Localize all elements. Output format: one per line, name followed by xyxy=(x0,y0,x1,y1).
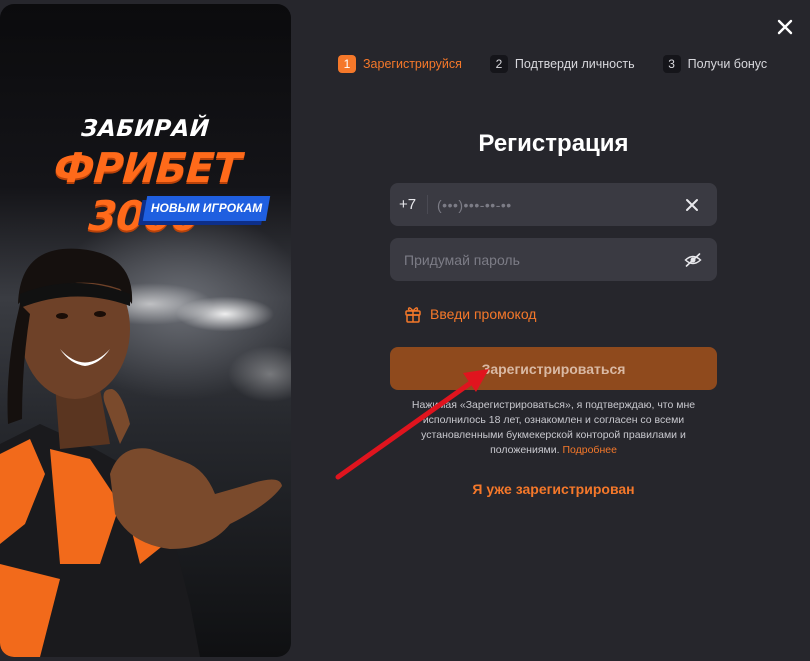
close-button[interactable] xyxy=(772,14,798,40)
step-label: Получи бонус xyxy=(687,57,768,71)
registration-stepper: 1 Зарегистрируйся 2 Подтверди личность 3… xyxy=(338,55,767,73)
phone-input[interactable] xyxy=(437,183,667,226)
banner-badge-label: НОВЫМ ИГРОКАМ xyxy=(150,201,263,215)
promo-code-link[interactable]: Введи промокод xyxy=(404,305,536,323)
legal-more-link[interactable]: Подробнее xyxy=(562,444,616,456)
banner-badge: НОВЫМ ИГРОКАМ xyxy=(142,196,271,221)
close-icon xyxy=(777,19,793,35)
step-get-bonus: 3 Получи бонус xyxy=(662,55,768,73)
player-image xyxy=(0,248,282,657)
step-verify-identity: 2 Подтверди личность xyxy=(489,55,635,73)
legal-statement: Нажимая «Зарегистрироваться», я подтверж… xyxy=(411,399,696,456)
page-title: Регистрация xyxy=(478,130,629,157)
step-label: Подтверди личность xyxy=(514,57,635,71)
step-label: Зарегистрируйся xyxy=(363,57,462,71)
already-registered-link[interactable]: Я уже зарегистрирован xyxy=(390,481,717,497)
registration-modal: ЗАБИРАЙ ФРИБЕТ 3000 НОВЫМ ИГРОКАМ 1 Заре… xyxy=(0,0,810,661)
phone-field: +7 xyxy=(390,183,717,226)
eye-off-icon xyxy=(684,253,702,267)
step-number: 1 xyxy=(338,55,356,73)
step-number: 3 xyxy=(662,55,681,73)
gift-icon xyxy=(405,307,421,323)
promo-code-label: Введи промокод xyxy=(430,306,537,322)
register-button[interactable]: Зарегистрироваться xyxy=(390,347,717,390)
clear-icon xyxy=(686,199,698,211)
banner-offer: ФРИБЕТ 3000 xyxy=(52,144,242,240)
step-number: 2 xyxy=(489,55,508,73)
toggle-password-visibility-button[interactable] xyxy=(684,252,702,268)
clear-phone-button[interactable] xyxy=(684,197,700,213)
phone-country-code: +7 xyxy=(399,196,417,213)
step-register: 1 Зарегистрируйся xyxy=(338,55,462,73)
promo-banner: ЗАБИРАЙ ФРИБЕТ 3000 НОВЫМ ИГРОКАМ xyxy=(0,4,291,657)
divider xyxy=(427,195,428,214)
password-input[interactable] xyxy=(404,238,674,281)
password-field xyxy=(390,238,717,281)
banner-headline: ЗАБИРАЙ xyxy=(80,116,211,142)
legal-text: Нажимая «Зарегистрироваться», я подтверж… xyxy=(400,398,707,458)
